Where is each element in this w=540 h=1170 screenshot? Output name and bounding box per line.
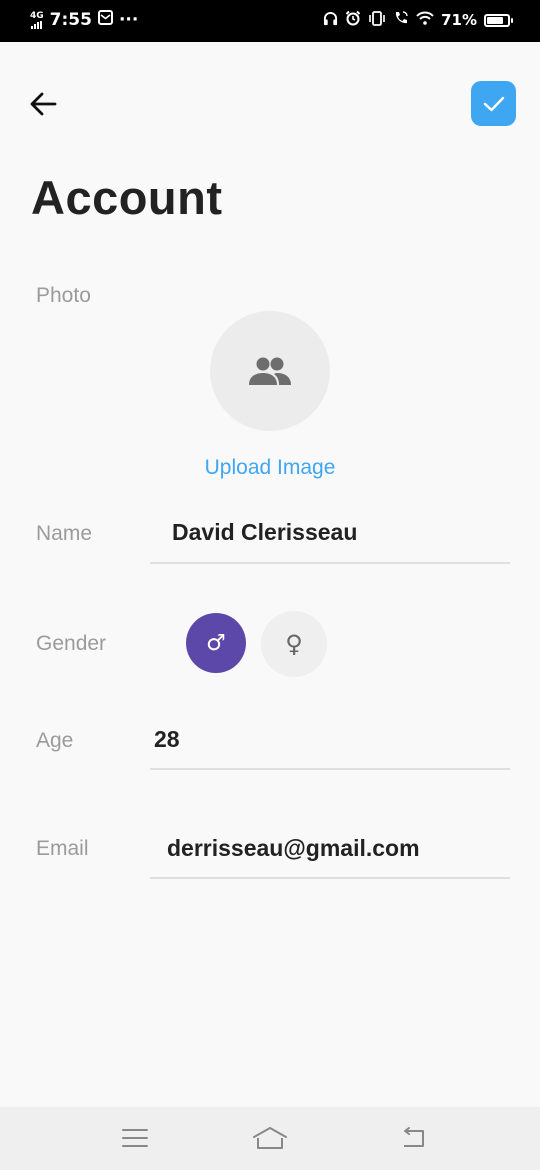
male-icon: ♂ bbox=[206, 630, 226, 656]
email-underline bbox=[150, 877, 510, 879]
save-button[interactable] bbox=[471, 81, 516, 126]
female-icon: ♀ bbox=[285, 630, 303, 658]
upload-image-link[interactable]: Upload Image bbox=[0, 456, 540, 480]
gender-female-button[interactable]: ♀ bbox=[261, 611, 327, 677]
people-icon bbox=[249, 357, 291, 385]
age-underline bbox=[150, 768, 510, 770]
menu-icon bbox=[122, 1129, 148, 1147]
arrow-left-icon bbox=[30, 92, 57, 116]
status-bar-left: 4G 7:55 ··· bbox=[30, 10, 138, 30]
wifi-icon bbox=[416, 11, 434, 29]
email-label: Email bbox=[36, 837, 89, 860]
vibrate-icon bbox=[368, 10, 386, 30]
name-underline bbox=[150, 562, 510, 564]
status-time: 7:55 bbox=[49, 10, 92, 30]
photo-label: Photo bbox=[36, 284, 91, 307]
age-field[interactable]: 28 bbox=[154, 726, 180, 753]
avatar[interactable] bbox=[210, 311, 330, 431]
nav-menu-button[interactable] bbox=[115, 1123, 155, 1153]
battery-icon bbox=[484, 13, 513, 27]
nav-home-button[interactable] bbox=[250, 1123, 290, 1153]
system-nav-bar bbox=[0, 1107, 540, 1170]
gender-male-button[interactable]: ♂ bbox=[186, 613, 246, 673]
email-field[interactable]: derrisseau@gmail.com bbox=[167, 835, 420, 862]
name-label: Name bbox=[36, 522, 93, 545]
return-icon bbox=[404, 1127, 424, 1147]
status-bar: 4G 7:55 ··· 71% bbox=[0, 0, 540, 42]
battery-percent: 71% bbox=[441, 11, 477, 29]
more-notifications-icon: ··· bbox=[118, 10, 139, 30]
status-bar-right: 71% bbox=[323, 10, 513, 30]
back-button[interactable] bbox=[26, 84, 60, 124]
name-field[interactable]: David Clerisseau bbox=[172, 519, 357, 546]
check-icon bbox=[483, 96, 504, 111]
wifi-calling-icon bbox=[393, 10, 409, 30]
signal-icon: 4G bbox=[30, 10, 44, 29]
home-icon bbox=[253, 1127, 287, 1149]
nav-back-button[interactable] bbox=[392, 1123, 432, 1153]
gender-label: Gender bbox=[36, 632, 107, 655]
page-title: Account bbox=[31, 171, 223, 224]
alarm-icon bbox=[345, 10, 361, 30]
age-label: Age bbox=[36, 729, 74, 752]
headphones-icon bbox=[323, 11, 338, 30]
mail-notification-icon bbox=[97, 10, 113, 30]
account-screen: 4G 7:55 ··· 71% Account Photo Upload Ima… bbox=[0, 0, 540, 1170]
network-type: 4G bbox=[30, 10, 44, 21]
